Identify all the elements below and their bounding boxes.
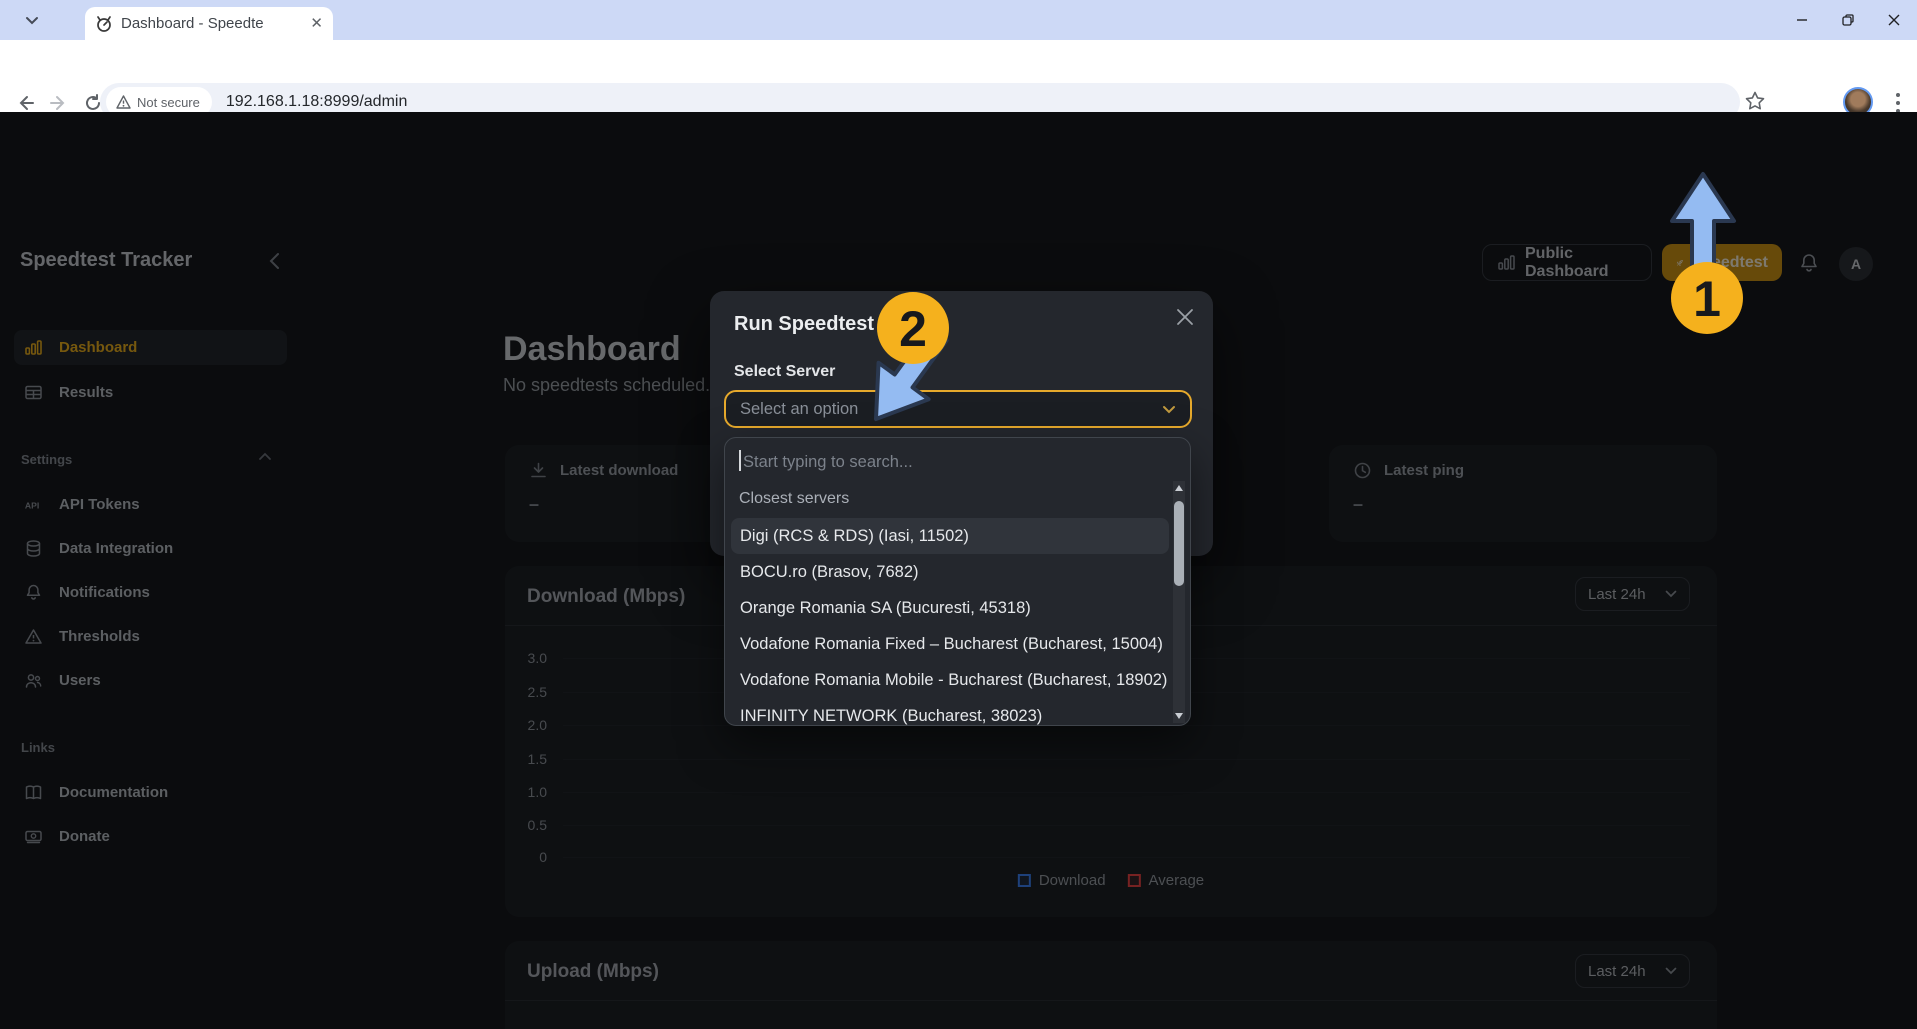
server-search-input[interactable]: Start typing to search...: [739, 450, 913, 472]
server-option[interactable]: Vodafone Romania Mobile - Bucharest (Buc…: [731, 662, 1169, 698]
chevron-down-icon: [25, 16, 39, 25]
server-option[interactable]: Vodafone Romania Fixed – Bucharest (Buch…: [731, 626, 1169, 662]
kebab-dot: [1896, 101, 1900, 105]
scroll-up-icon[interactable]: [1175, 485, 1183, 491]
text-cursor: [739, 450, 741, 471]
window-controls: [1779, 0, 1917, 40]
select-server-label: Select Server: [734, 363, 835, 381]
kebab-dot: [1896, 93, 1900, 97]
security-label: Not secure: [137, 95, 200, 110]
tab-search-button[interactable]: [18, 9, 46, 31]
tab-close-icon[interactable]: ✕: [310, 16, 323, 31]
restore-icon: [1842, 14, 1854, 26]
browser-tab[interactable]: Dashboard - Speedte ✕: [85, 7, 333, 40]
server-select[interactable]: Select an option: [724, 390, 1192, 428]
select-placeholder: Select an option: [740, 400, 858, 419]
bookmark-button[interactable]: [1744, 90, 1766, 112]
server-option[interactable]: BOCU.ro (Brasov, 7682): [731, 554, 1169, 590]
star-icon: [1744, 90, 1766, 112]
server-option[interactable]: INFINITY NETWORK (Bucharest, 38023): [731, 698, 1169, 726]
close-icon: [1175, 307, 1195, 327]
close-icon: [1888, 14, 1900, 26]
server-option[interactable]: Digi (RCS & RDS) (Iasi, 11502): [731, 518, 1169, 554]
tab-title: Dashboard - Speedte: [121, 15, 289, 32]
warning-icon: [116, 95, 131, 109]
server-option[interactable]: Orange Romania SA (Bucuresti, 45318): [731, 590, 1169, 626]
minimize-icon: [1796, 14, 1808, 26]
window-close-button[interactable]: [1871, 0, 1917, 40]
favicon-icon: [95, 15, 113, 33]
modal-close-button[interactable]: [1175, 307, 1195, 327]
scrollbar-thumb[interactable]: [1174, 501, 1184, 586]
server-dropdown-panel: Start typing to search... Closest server…: [724, 437, 1191, 726]
screen: Dashboard - Speedte ✕: [0, 0, 1917, 1029]
chevron-down-icon: [1162, 405, 1176, 414]
option-group-label: Closest servers: [739, 490, 849, 508]
browser-titlebar: Dashboard - Speedte ✕: [0, 0, 1917, 40]
back-icon: [15, 93, 35, 113]
search-placeholder: Start typing to search...: [743, 453, 913, 471]
window-restore-button[interactable]: [1825, 0, 1871, 40]
scroll-down-icon[interactable]: [1175, 713, 1183, 719]
modal-title: Run Speedtest: [734, 313, 874, 336]
url-text: 192.168.1.18:8999/admin: [226, 93, 407, 111]
browser-toolbar: Not secure 192.168.1.18:8999/admin: [0, 40, 1917, 112]
dropdown-scrollbar[interactable]: [1173, 481, 1185, 723]
forward-icon: [49, 93, 69, 113]
window-minimize-button[interactable]: [1779, 0, 1825, 40]
